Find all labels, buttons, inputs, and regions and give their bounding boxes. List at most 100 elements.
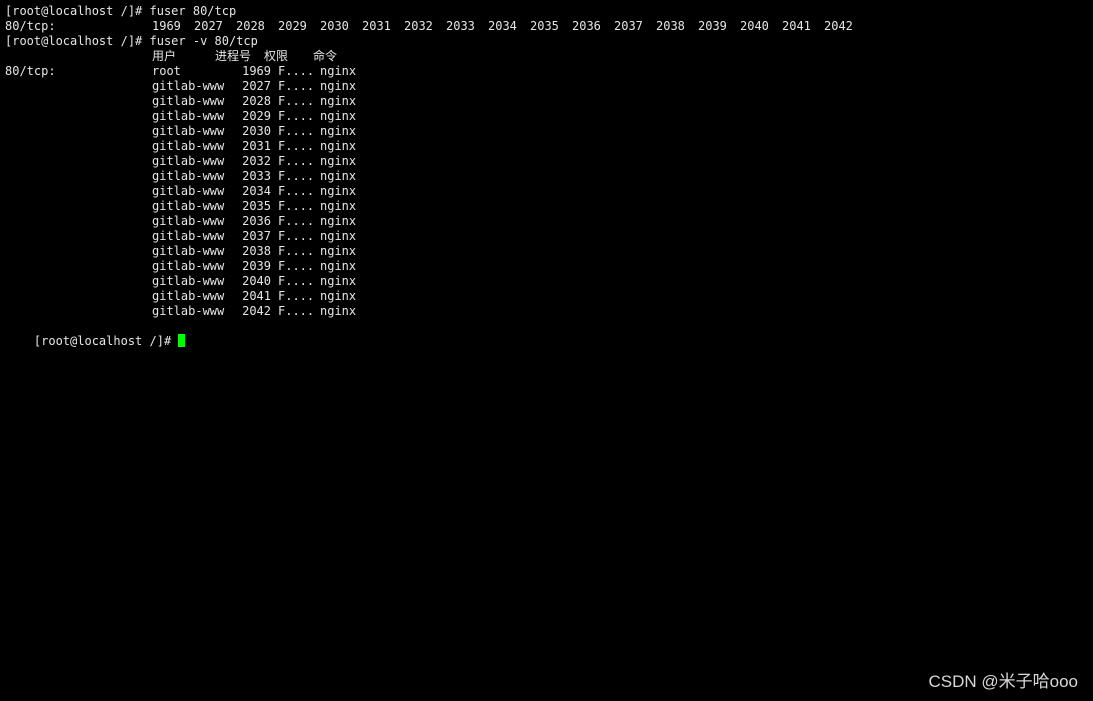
header-access: 权限 [264,49,289,63]
process-user: gitlab-www [152,214,225,228]
command-line-1: [root@localhost /]# fuser 80/tcp [5,4,237,18]
prompt-line[interactable]: [root@localhost /]# [5,319,1093,348]
process-access: F.... [278,199,315,213]
process-access: F.... [278,124,315,138]
pid-value: 2029 [278,19,307,33]
process-command: nginx [320,109,357,123]
process-row: gitlab-www 2037 F.... nginx [5,229,1093,244]
process-row: gitlab-www 2032 F.... nginx [5,154,1093,169]
process-row: gitlab-www 2034 F.... nginx [5,184,1093,199]
process-pid: 1969 [242,64,271,78]
process-pid: 2041 [242,289,271,303]
process-user: gitlab-www [152,79,225,93]
process-pid: 2040 [242,274,271,288]
pid-list: 1969 2027 2028 2029 2030 2031 2032 2033 2034 2035… [152,19,866,34]
pid-value: 2033 [446,19,475,33]
process-access: F.... [278,229,315,243]
process-row: gitlab-www 2028 F.... nginx [5,94,1093,109]
process-pid: 2036 [242,214,271,228]
pid-value: 2035 [530,19,559,33]
header-command: 命令 [313,49,338,63]
process-access: F.... [278,184,315,198]
process-user: gitlab-www [152,274,225,288]
pid-value: 2036 [572,19,601,33]
watermark: CSDN @米子哈ooo [928,672,1078,691]
pid-value: 2038 [656,19,685,33]
process-pid: 2042 [242,304,271,318]
process-access: F.... [278,274,315,288]
pid-value: 2028 [236,19,265,33]
process-user: gitlab-www [152,289,225,303]
process-pid: 2031 [242,139,271,153]
process-command: nginx [320,124,357,138]
process-command: nginx [320,244,357,258]
pid-value: 2034 [488,19,517,33]
process-user: gitlab-www [152,94,225,108]
process-user: gitlab-www [152,244,225,258]
process-row: gitlab-www 2030 F.... nginx [5,124,1093,139]
process-user: gitlab-www [152,259,225,273]
process-command: nginx [320,229,357,243]
process-row: gitlab-www 2039 F.... nginx [5,259,1093,274]
process-user: gitlab-www [152,184,225,198]
process-user: root [152,64,181,78]
resource-name: 80/tcp: [5,64,56,78]
process-access: F.... [278,94,315,108]
process-access: F.... [278,79,315,93]
process-access: F.... [278,169,315,183]
process-row: gitlab-www 2029 F.... nginx [5,109,1093,124]
process-command: nginx [320,304,357,318]
process-access: F.... [278,139,315,153]
process-row: gitlab-www 2040 F.... nginx [5,274,1093,289]
process-command: nginx [320,169,357,183]
header-pid: 进程号 [215,49,252,63]
pid-value: 2027 [194,19,223,33]
process-access: F.... [278,244,315,258]
process-row: gitlab-www 2042 F.... nginx [5,304,1093,319]
process-user: gitlab-www [152,124,225,138]
pid-value: 2039 [698,19,727,33]
pid-value: 2042 [824,19,853,33]
process-access: F.... [278,289,315,303]
process-command: nginx [320,259,357,273]
process-access: F.... [278,304,315,318]
process-command: nginx [320,184,357,198]
pid-value: 2041 [782,19,811,33]
process-pid: 2030 [242,124,271,138]
process-row: gitlab-www 2033 F.... nginx [5,169,1093,184]
process-user: gitlab-www [152,169,225,183]
process-pid: 2035 [242,199,271,213]
process-pid: 2027 [242,79,271,93]
process-pid: 2029 [242,109,271,123]
process-access: F.... [278,64,315,78]
process-command: nginx [320,199,357,213]
process-user: gitlab-www [152,154,225,168]
process-command: nginx [320,214,357,228]
process-user: gitlab-www [152,229,225,243]
process-command: nginx [320,274,357,288]
process-user: gitlab-www [152,139,225,153]
process-pid: 2034 [242,184,271,198]
process-user: gitlab-www [152,109,225,123]
process-command: nginx [320,64,357,78]
process-access: F.... [278,259,315,273]
process-pid: 2028 [242,94,271,108]
process-row: 80/tcp: root 1969 F.... nginx [5,64,1093,79]
process-pid: 2032 [242,154,271,168]
text-cursor [178,334,186,347]
terminal-window[interactable]: [root@localhost /]# fuser 80/tcp 80/tcp:… [5,4,1093,348]
header-user: 用户 [152,49,177,63]
process-pid: 2037 [242,229,271,243]
process-command: nginx [320,79,357,93]
process-access: F.... [278,154,315,168]
pid-value: 2040 [740,19,769,33]
pid-value: 2030 [320,19,349,33]
process-table: 80/tcp: root 1969 F.... nginx gitlab-www 2027 F… [5,64,1093,319]
process-command: nginx [320,289,357,303]
prompt-text: [root@localhost /]# [33,334,179,348]
process-user: gitlab-www [152,304,225,318]
process-row: gitlab-www 2036 F.... nginx [5,214,1093,229]
process-row: gitlab-www 2041 F.... nginx [5,289,1093,304]
pid-value: 2032 [404,19,433,33]
process-command: nginx [320,139,357,153]
